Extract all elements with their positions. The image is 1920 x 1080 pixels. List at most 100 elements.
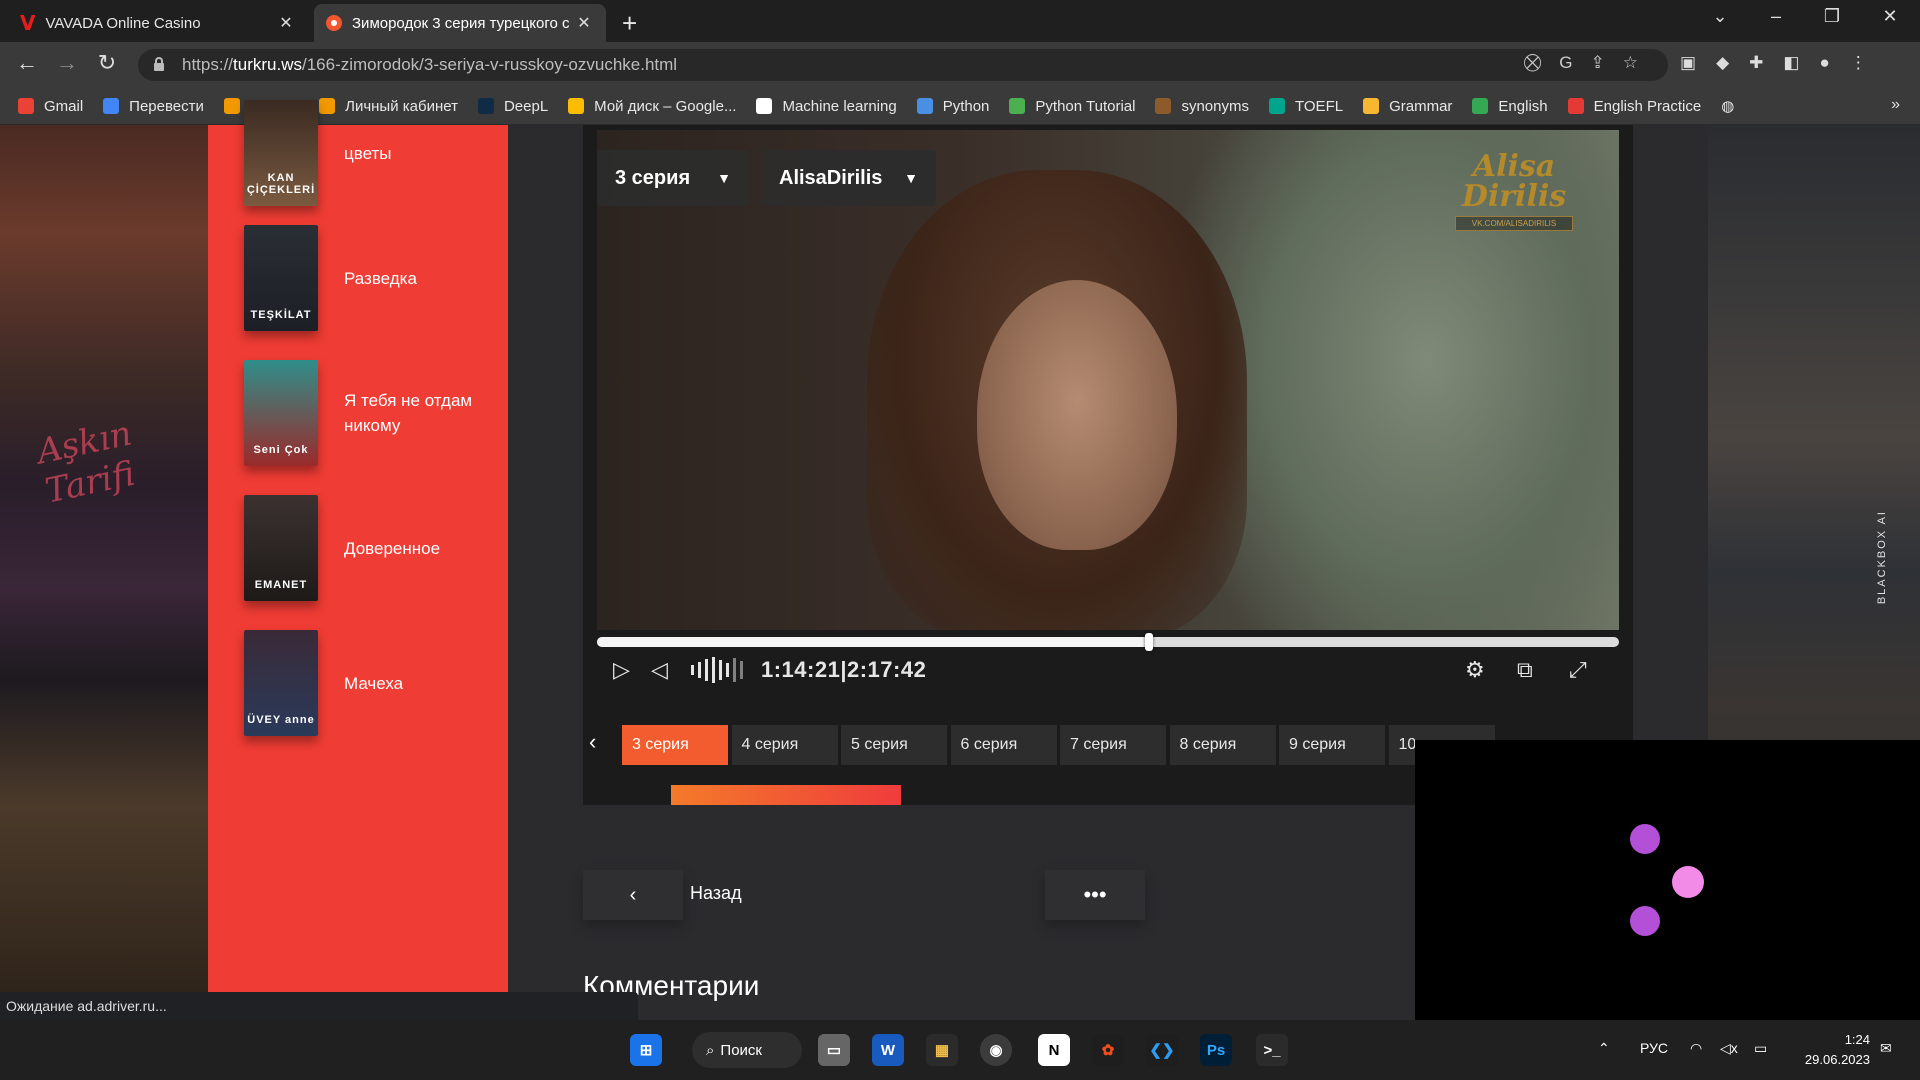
battery-icon[interactable]: ▭	[1754, 1040, 1767, 1057]
taskbar-search[interactable]: ⌕ Поиск	[692, 1032, 802, 1068]
close-icon[interactable]: ✕	[574, 13, 594, 33]
google-icon[interactable]: G	[1559, 53, 1572, 73]
chevron-left-icon: ‹	[629, 883, 637, 906]
lock-icon[interactable]	[154, 57, 164, 71]
episode-item[interactable]: 7 серия	[1060, 725, 1166, 765]
seek-handle[interactable]	[1145, 633, 1153, 651]
series-poster[interactable]: Seni Çok	[244, 360, 318, 466]
search-icon: ⌕	[706, 1041, 715, 1059]
more-button[interactable]: •••	[1045, 870, 1145, 920]
series-poster[interactable]: EMANET	[244, 495, 318, 601]
episode-dropdown[interactable]: 3 серия ▼	[597, 150, 749, 206]
bookmark-item[interactable]: English	[1472, 98, 1548, 115]
bookmark-item[interactable]: Grammar	[1363, 98, 1452, 115]
bookmark-item[interactable]: Machine learning	[756, 98, 897, 115]
back-arrow-icon[interactable]: ←	[12, 50, 42, 76]
menu-dots-icon[interactable]: ⋮	[1850, 53, 1867, 73]
bookmark-item[interactable]: Python	[916, 98, 989, 115]
episode-item[interactable]: 5 серия	[841, 725, 947, 765]
restore-icon[interactable]: ❐	[1812, 6, 1852, 27]
reload-icon[interactable]: ↻	[92, 50, 122, 76]
seek-bar[interactable]	[597, 633, 1619, 651]
bookmark-item[interactable]: Перевести	[103, 98, 204, 115]
puzzle-icon[interactable]: ✚	[1749, 53, 1763, 73]
series-poster[interactable]: KAN ÇİÇEKLERİ	[244, 100, 318, 206]
forward-arrow-icon[interactable]: →	[52, 50, 82, 76]
play-icon[interactable]: ▷	[613, 657, 630, 683]
speaker-muted-icon[interactable]: ◁x	[1720, 1040, 1738, 1057]
clock[interactable]: 1:24 29.06.2023	[1790, 1030, 1870, 1070]
bookmark-item[interactable]: Python Tutorial	[1009, 98, 1135, 115]
window-close-icon[interactable]: ✕	[1870, 6, 1910, 27]
share-icon[interactable]: ⇪	[1591, 53, 1605, 73]
episode-item[interactable]: 9 серия	[1279, 725, 1385, 765]
tray-chevron-icon[interactable]: ⌃	[1598, 1040, 1610, 1057]
bookmark-star-icon[interactable]: ☆	[1623, 53, 1638, 73]
blackbox-ai-tab[interactable]: BLACKBOX AI	[1876, 510, 1888, 604]
ad-overlay[interactable]	[1415, 740, 1920, 1020]
start-icon[interactable]: ⊞	[630, 1034, 662, 1066]
related-series-item[interactable]: Seni Çok Я тебя не отдам никому	[244, 360, 494, 466]
series-poster[interactable]: ÜVEY anne	[244, 630, 318, 736]
tab-search-icon[interactable]: ⌄	[1700, 6, 1740, 27]
series-title[interactable]: Я тебя не отдам никому	[344, 388, 494, 438]
url-bar[interactable]: https://turkru.ws/166-zimorodok/3-seriya…	[138, 49, 1668, 81]
globe-icon[interactable]: ◍	[1721, 97, 1734, 115]
back-label[interactable]: Назад	[690, 883, 742, 904]
bookmark-item[interactable]: English Practice	[1567, 98, 1701, 115]
episode-item[interactable]: 3 серия	[622, 725, 728, 765]
related-series-item[interactable]: ÜVEY anne Мачеха	[244, 630, 494, 736]
picture-in-picture-icon[interactable]: ⧉	[1517, 657, 1533, 683]
profile-icon[interactable]: ●	[1819, 53, 1829, 73]
vscode-icon[interactable]: ❮❯	[1146, 1034, 1178, 1066]
notion-icon[interactable]: N	[1038, 1034, 1070, 1066]
tab-title: Зимородок 3 серия турецкого с	[352, 14, 570, 32]
series-title[interactable]: Доверенное	[344, 536, 440, 561]
volume-icon[interactable]: ◁	[651, 657, 668, 683]
figma-icon[interactable]: ✿	[1092, 1034, 1124, 1066]
fullscreen-icon[interactable]: ⤢	[1569, 657, 1587, 683]
bookmarks-more-icon[interactable]: »	[1891, 96, 1900, 114]
poster-title: TEŞKİLAT	[250, 309, 312, 321]
episode-item[interactable]: 4 серия	[731, 725, 838, 765]
episode-scrollbar[interactable]	[671, 785, 901, 805]
new-tab-button[interactable]: +	[622, 8, 637, 39]
series-poster[interactable]: TEŞKİLAT	[244, 225, 318, 331]
terminal-icon[interactable]: >_	[1256, 1034, 1288, 1066]
series-title[interactable]: Мачеха	[344, 671, 403, 696]
video-frame[interactable]: Alisa Dirilis VK.COM/ALISADIRILIS 3 сери…	[597, 130, 1619, 630]
bookmark-favicon-icon	[756, 98, 773, 114]
episode-item[interactable]: 8 серия	[1169, 725, 1276, 765]
series-title[interactable]: Разведка	[344, 266, 417, 291]
bookmark-item[interactable]: synonyms	[1155, 98, 1249, 115]
extension-icon[interactable]: ▣	[1680, 53, 1696, 73]
volume-slider[interactable]	[691, 656, 743, 684]
tab-vavada[interactable]: V VAVADA Online Casino ✕	[8, 4, 308, 42]
voice-dropdown[interactable]: AlisaDirilis ▼	[761, 150, 936, 206]
bookmark-item[interactable]: Мой диск – Google...	[568, 98, 736, 115]
photoshop-icon[interactable]: Ps	[1200, 1034, 1232, 1066]
wifi-icon[interactable]: ◠	[1690, 1040, 1702, 1057]
cookie-blocked-icon[interactable]: ⛒	[1524, 53, 1541, 73]
side-panel-icon[interactable]: ◧	[1783, 53, 1799, 73]
settings-sliders-icon[interactable]: ⚙	[1465, 657, 1485, 683]
related-series-item[interactable]: KAN ÇİÇEKLERİ цветы	[244, 100, 494, 206]
chevron-left-icon[interactable]: ‹	[589, 729, 596, 755]
extension-icon[interactable]: ◆	[1716, 53, 1729, 73]
chrome-icon[interactable]: ◉	[980, 1034, 1012, 1066]
bookmark-item[interactable]: Gmail	[18, 98, 83, 115]
language-indicator[interactable]: РУС	[1640, 1040, 1668, 1056]
related-series-item[interactable]: EMANET Доверенное	[244, 495, 494, 601]
task-view-icon[interactable]: ▭	[818, 1034, 850, 1066]
related-series-item[interactable]: TEŞKİLAT Разведка	[244, 225, 494, 331]
store-icon[interactable]: ▦	[926, 1034, 958, 1066]
series-title[interactable]: цветы	[344, 141, 391, 166]
back-button[interactable]: ‹	[583, 870, 683, 920]
bookmark-item[interactable]: TOEFL	[1269, 98, 1343, 115]
notification-icon[interactable]: ✉	[1880, 1040, 1892, 1057]
minimize-icon[interactable]: –	[1756, 6, 1796, 27]
close-icon[interactable]: ✕	[276, 13, 296, 33]
word-icon[interactable]: W	[872, 1034, 904, 1066]
tab-turkru[interactable]: Зимородок 3 серия турецкого с ✕	[314, 4, 606, 42]
episode-item[interactable]: 6 серия	[950, 725, 1057, 765]
